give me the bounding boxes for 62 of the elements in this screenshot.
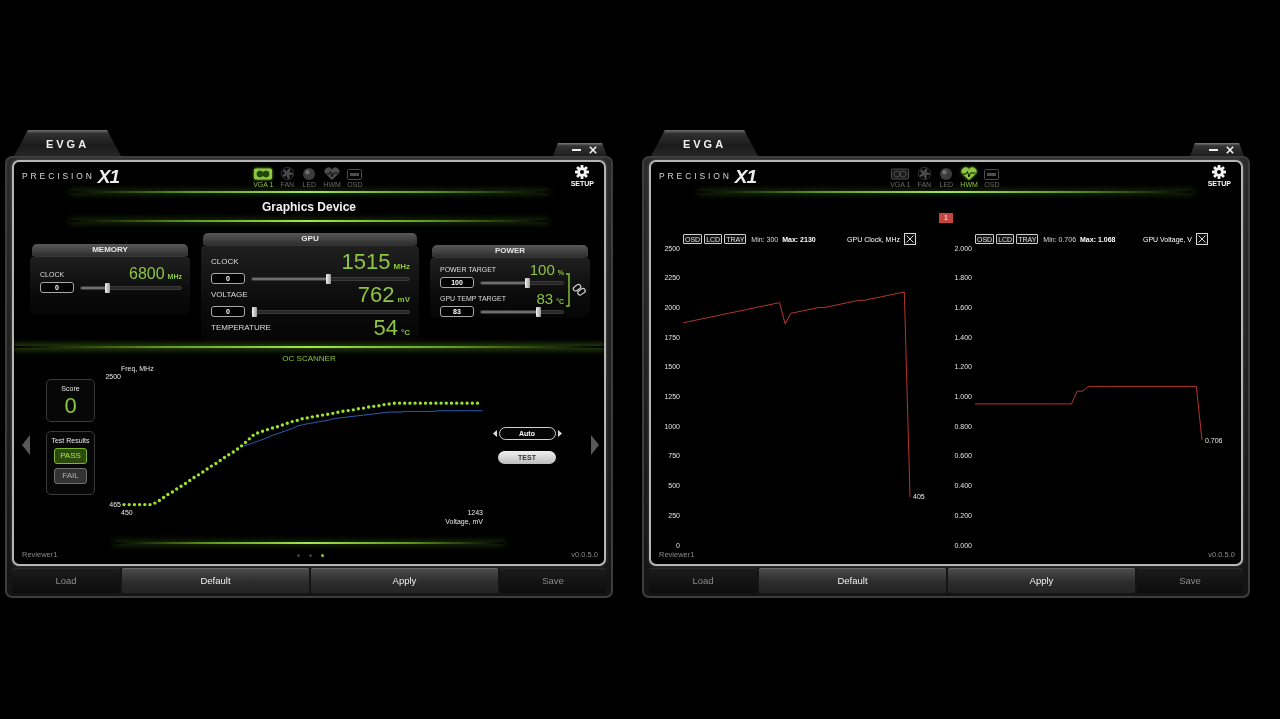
- panel-title: GPU: [203, 233, 417, 245]
- action-button[interactable]: Default: [759, 568, 946, 593]
- close-icon[interactable]: [1226, 146, 1234, 154]
- reading-unit: mV: [397, 296, 410, 304]
- page-dot-icon[interactable]: [320, 553, 324, 557]
- slider-track[interactable]: [480, 309, 564, 314]
- logo-text: PRECISION: [22, 171, 95, 181]
- panel-title: POWER: [432, 245, 588, 257]
- reading-value: 1515: [341, 251, 391, 273]
- slider-track[interactable]: [251, 309, 410, 314]
- result-indicator: FAIL: [54, 468, 87, 484]
- action-button[interactable]: Apply: [948, 568, 1135, 593]
- reading-value: 6800: [129, 266, 165, 282]
- field-label: TEMPERATURE: [211, 324, 271, 332]
- close-box-icon[interactable]: [904, 233, 916, 245]
- slider-thumb[interactable]: [104, 282, 110, 293]
- page-dot-icon[interactable]: [308, 553, 312, 557]
- settings-icon: [1212, 165, 1227, 179]
- heart-pulse-icon: [324, 166, 341, 180]
- arrow-left-icon[interactable]: [22, 435, 30, 455]
- fan-icon: [280, 166, 294, 180]
- slider-track[interactable]: [480, 280, 564, 285]
- logo-mark: X1: [97, 166, 120, 186]
- section-title: OC SCANNER: [282, 355, 336, 363]
- slider-thumb[interactable]: [524, 277, 530, 288]
- close-icon[interactable]: [589, 146, 597, 154]
- slider-track[interactable]: [251, 276, 410, 281]
- link-icon[interactable]: [565, 271, 587, 309]
- page-title: Graphics Device: [261, 200, 357, 213]
- reading-value: 100: [529, 262, 555, 277]
- slider-thumb[interactable]: [252, 306, 257, 317]
- logo-text: PRECISION: [659, 171, 732, 181]
- graphics-card-icon: [254, 167, 273, 180]
- action-button[interactable]: Default: [122, 568, 309, 593]
- reading-value: 83: [536, 291, 554, 306]
- logo-mark: X1: [734, 166, 757, 186]
- graphics-card-icon: [891, 167, 910, 180]
- action-button[interactable]: Apply: [311, 568, 498, 593]
- reading-value: 762: [357, 284, 395, 306]
- slider-thumb[interactable]: [536, 306, 542, 317]
- brand-logo: EVGA: [682, 138, 727, 150]
- screen-icon: [347, 168, 363, 180]
- field-label: CLOCK: [211, 258, 239, 266]
- slider-thumb[interactable]: [326, 273, 332, 284]
- sphere-icon: [940, 167, 953, 180]
- brand-logo: EVGA: [45, 138, 90, 150]
- panel-title: MEMORY: [32, 244, 188, 256]
- slider-track[interactable]: [80, 285, 182, 290]
- heart-pulse-icon: [961, 166, 978, 180]
- close-box-icon[interactable]: [1196, 233, 1208, 245]
- result-indicator: PASS: [54, 448, 87, 464]
- reading-unit: MHz: [393, 263, 410, 271]
- sphere-icon: [303, 167, 316, 180]
- settings-icon: [575, 165, 590, 179]
- reading-unit: °C: [401, 329, 410, 337]
- screen-icon: [984, 168, 1000, 180]
- score-value: 0: [64, 394, 77, 417]
- arrow-right-icon[interactable]: [591, 435, 599, 455]
- page-dot-icon[interactable]: [296, 553, 300, 557]
- field-label: VOLTAGE: [211, 291, 248, 299]
- fan-icon: [917, 166, 931, 180]
- reading-value: 54: [373, 317, 398, 339]
